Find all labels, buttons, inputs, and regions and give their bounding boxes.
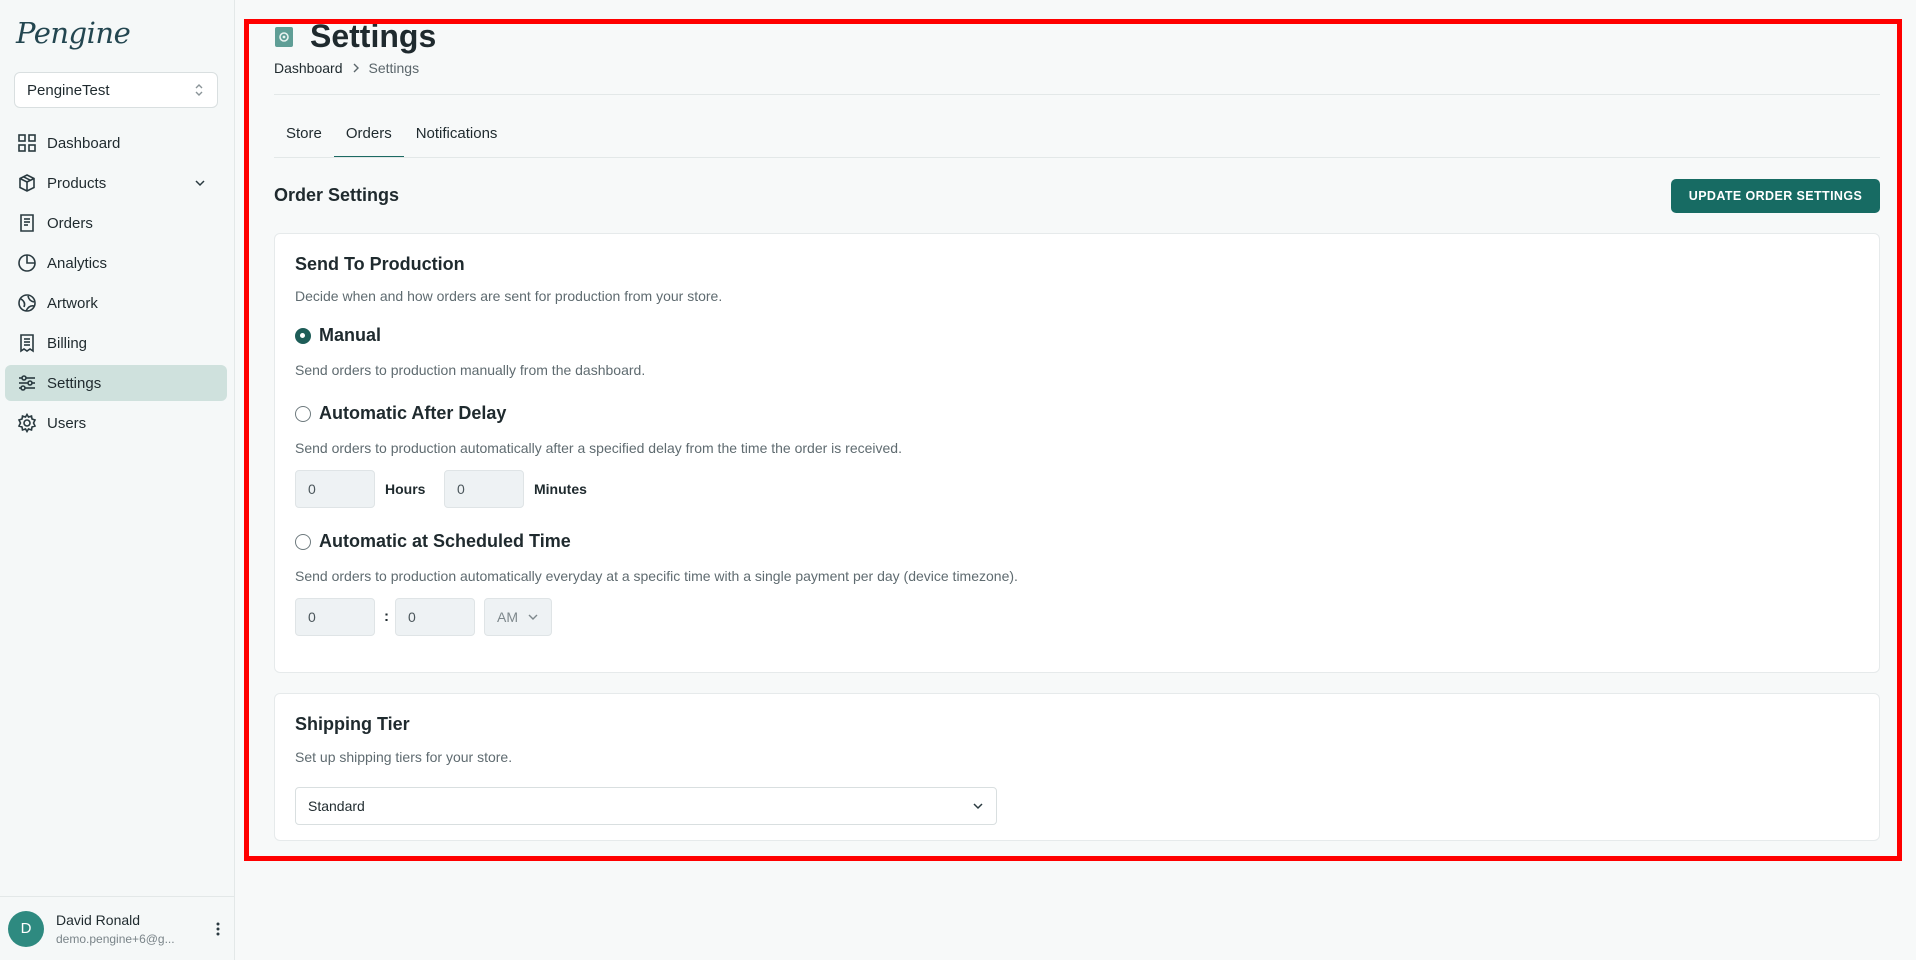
sidebar-item-label: Settings — [47, 374, 102, 392]
sidebar-item-dashboard[interactable]: Dashboard — [5, 125, 227, 161]
store-selector-value: PengineTest — [27, 81, 110, 99]
send-to-production-card: Send To Production Decide when and how o… — [274, 233, 1880, 673]
sidebar-item-label: Orders — [47, 214, 93, 232]
chevron-down-icon — [973, 803, 983, 810]
sidebar-item-label: Users — [47, 414, 87, 432]
tab-notifications[interactable]: Notifications — [404, 118, 510, 158]
sidebar-item-artwork[interactable]: Artwork — [5, 285, 227, 321]
scheduled-description: Send orders to production automatically … — [295, 568, 1018, 584]
sidebar: Pengine PengineTest Dashboard Products O… — [0, 0, 235, 960]
radio-automatic-scheduled[interactable]: Automatic at Scheduled Time — [295, 531, 571, 552]
breadcrumb-dashboard-link[interactable]: Dashboard — [274, 60, 343, 76]
radio-scheduled-control[interactable] — [295, 533, 311, 550]
sidebar-item-label: Products — [47, 174, 107, 192]
scheduled-minute-input[interactable] — [395, 598, 475, 636]
hours-label: Hours — [385, 481, 426, 497]
send-to-production-description: Decide when and how orders are sent for … — [295, 288, 723, 304]
sidebar-item-billing[interactable]: Billing — [5, 325, 227, 361]
time-separator: : — [384, 608, 389, 625]
breadcrumb: Dashboard Settings — [274, 60, 419, 76]
user-meta: David Ronald demo.pengine+6@g... — [56, 912, 209, 946]
radio-automatic-after-delay[interactable]: Automatic After Delay — [295, 403, 506, 424]
chevron-down-icon[interactable] — [193, 176, 207, 190]
order-settings-title: Order Settings — [274, 185, 400, 205]
tab-orders[interactable]: Orders — [333, 118, 404, 158]
receipt-icon — [17, 213, 37, 233]
main-content: Settings Dashboard Settings Store Orders… — [235, 0, 1916, 960]
divider — [274, 157, 1880, 158]
invoice-icon — [17, 333, 37, 353]
chevron-right-icon — [351, 61, 361, 76]
package-icon — [17, 173, 37, 193]
delay-hours-input[interactable] — [295, 470, 375, 508]
chevron-up-down-icon — [195, 84, 203, 96]
sidebar-item-settings[interactable]: Settings — [5, 365, 227, 401]
sidebar-item-products[interactable]: Products — [5, 165, 227, 201]
store-selector[interactable]: PengineTest — [14, 72, 218, 108]
tab-store[interactable]: Store — [274, 118, 334, 158]
logo: Pengine — [16, 16, 131, 50]
sidebar-item-label: Analytics — [47, 254, 108, 272]
sidebar-item-analytics[interactable]: Analytics — [5, 245, 227, 281]
minutes-label: Minutes — [534, 481, 587, 497]
chevron-down-icon — [528, 614, 538, 620]
app-root: Pengine PengineTest Dashboard Products O… — [0, 0, 1916, 960]
delay-minutes-input[interactable] — [444, 470, 524, 508]
user-profile[interactable]: D David Ronald demo.pengine+6@g... — [0, 896, 235, 960]
settings-file-icon — [275, 26, 293, 47]
radio-manual[interactable]: Manual — [295, 325, 381, 346]
shipping-tier-value: Standard — [308, 798, 365, 814]
sliders-icon — [17, 373, 37, 393]
shipping-tier-card: Shipping Tier Set up shipping tiers for … — [274, 693, 1880, 841]
page-header: Settings — [274, 18, 436, 55]
scheduled-hour-input[interactable] — [295, 598, 375, 636]
sidebar-item-label: Dashboard — [47, 134, 121, 152]
sidebar-item-label: Billing — [47, 334, 88, 352]
avatar: D — [8, 910, 44, 947]
dashboard-icon — [17, 133, 37, 153]
manual-description: Send orders to production manually from … — [295, 362, 646, 378]
am-pm-select[interactable]: AM — [484, 598, 552, 636]
sidebar-item-orders[interactable]: Orders — [5, 205, 227, 241]
shipping-tier-title: Shipping Tier — [295, 714, 410, 734]
radio-manual-control[interactable] — [295, 327, 311, 344]
delay-description: Send orders to production automatically … — [295, 440, 902, 456]
radio-delay-control[interactable] — [295, 405, 311, 422]
radio-delay-label: Automatic After Delay — [319, 403, 507, 423]
pie-chart-icon — [17, 253, 37, 273]
page-title: Settings — [310, 18, 437, 54]
palette-icon — [17, 293, 37, 313]
user-name: David Ronald — [56, 911, 141, 928]
breadcrumb-current: Settings — [368, 60, 420, 76]
shipping-tier-description: Set up shipping tiers for your store. — [295, 749, 513, 765]
divider — [274, 94, 1880, 95]
radio-scheduled-label: Automatic at Scheduled Time — [319, 531, 571, 551]
user-email: demo.pengine+6@g... — [56, 931, 175, 946]
sidebar-nav: Dashboard Products Orders Analytics Artw… — [5, 125, 227, 445]
radio-manual-label: Manual — [319, 325, 382, 345]
settings-tabs: Store Orders Notifications — [274, 118, 509, 158]
update-order-settings-button[interactable]: UPDATE ORDER SETTINGS — [1671, 179, 1880, 213]
sidebar-item-label: Artwork — [47, 294, 98, 312]
shipping-tier-select[interactable]: Standard — [295, 787, 997, 825]
more-vertical-icon[interactable] — [209, 920, 227, 938]
sidebar-item-users[interactable]: Users — [5, 405, 227, 441]
gear-user-icon — [17, 413, 37, 433]
am-pm-value: AM — [497, 609, 518, 625]
send-to-production-title: Send To Production — [295, 254, 465, 274]
